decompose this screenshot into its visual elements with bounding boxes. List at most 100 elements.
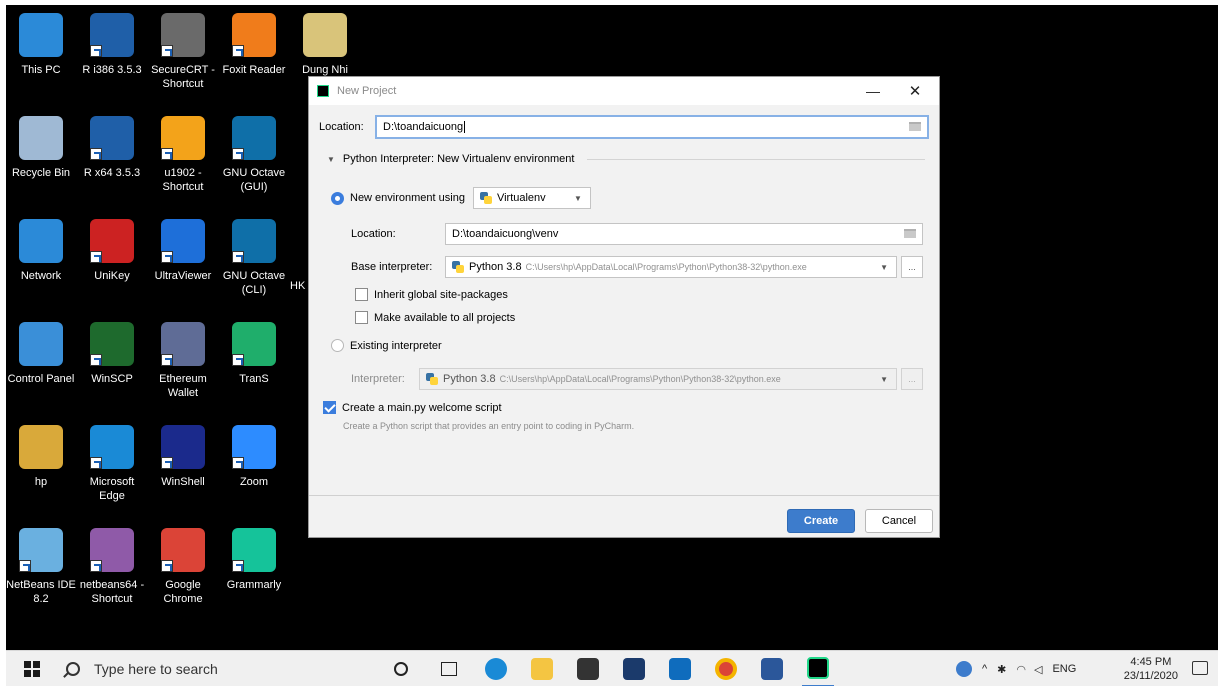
desktop-icon-label: netbeans64 - Shortcut: [79, 579, 145, 605]
windows-logo-icon: [24, 661, 40, 677]
make-available-checkbox[interactable]: [355, 311, 368, 324]
network-icon: [19, 219, 63, 263]
desktop-icon[interactable]: This PC: [6, 13, 76, 77]
desktop-icon[interactable]: TranS: [219, 322, 289, 386]
desktop-icon[interactable]: Google Chrome: [148, 528, 218, 606]
desktop-icon[interactable]: R i386 3.5.3: [77, 13, 147, 77]
inherit-label: Inherit global site-packages: [374, 288, 508, 301]
desktop-icon-label: hp: [34, 476, 48, 488]
desktop-icon[interactable]: hp: [6, 425, 76, 489]
inherit-checkbox[interactable]: [355, 288, 368, 301]
shortcut-arrow-icon: [232, 560, 244, 572]
close-button[interactable]: ✕: [895, 77, 935, 105]
desktop-icon[interactable]: NetBeans IDE 8.2: [6, 528, 76, 606]
taskbar-store[interactable]: [572, 651, 604, 686]
desktop-icon[interactable]: Network: [6, 219, 76, 283]
shortcut-arrow-icon: [90, 251, 102, 263]
existing-interpreter-dropdown[interactable]: Python 3.8 C:\Users\hp\AppData\Local\Pro…: [419, 368, 897, 390]
new-environment-label: New environment using: [350, 192, 465, 204]
taskbar-chrome[interactable]: [710, 651, 742, 686]
browse-interpreter-button[interactable]: ...: [901, 368, 923, 390]
venv-location-value: D:\toandaicuong\venv: [452, 228, 559, 240]
desktop-icon[interactable]: Microsoft Edge: [77, 425, 147, 503]
taskbar-pycharm[interactable]: [802, 651, 834, 686]
recycle-bin-icon: [19, 116, 63, 160]
pycharm-icon: [317, 85, 329, 97]
minimize-button[interactable]: —: [853, 77, 893, 105]
taskbar-powershell[interactable]: [618, 651, 650, 686]
desktop-icon[interactable]: WinSCP: [77, 322, 147, 386]
desktop-icon-label: Foxit Reader: [222, 64, 286, 76]
desktop-icon-label: Microsoft Edge: [89, 476, 135, 502]
taskbar-search[interactable]: Type here to search: [56, 651, 376, 686]
browse-base-interpreter-button[interactable]: ...: [901, 256, 923, 278]
cancel-button[interactable]: Cancel: [865, 509, 933, 533]
volume-icon[interactable]: ◁: [1034, 663, 1042, 676]
taskbar-word[interactable]: [756, 651, 788, 686]
location-input[interactable]: D:\toandaicuong: [375, 115, 929, 139]
collapse-triangle-icon[interactable]: ▼: [327, 155, 335, 164]
notification-icon[interactable]: [1192, 661, 1208, 675]
network-tray-icon[interactable]: ✱: [997, 663, 1006, 676]
venv-location-input[interactable]: D:\toandaicuong\venv: [445, 223, 923, 245]
location-label: Location:: [319, 121, 364, 133]
shortcut-arrow-icon: [232, 457, 244, 469]
desktop-icon[interactable]: Dung Nhi: [290, 13, 360, 77]
desktop-icon[interactable]: Zoom: [219, 425, 289, 489]
desktop-icon[interactable]: SecureCRT - Shortcut: [148, 13, 218, 91]
cortana-button[interactable]: [386, 651, 416, 686]
securecrt-icon: [161, 13, 205, 57]
folder-icon[interactable]: [909, 122, 921, 131]
desktop-icon[interactable]: u1902 - Shortcut: [148, 116, 218, 194]
desktop-icon-label: UltraViewer: [154, 270, 212, 282]
interpreter-section-header[interactable]: ▼ Python Interpreter: New Virtualenv env…: [327, 153, 574, 165]
shortcut-arrow-icon: [232, 148, 244, 160]
language-indicator[interactable]: ENG: [1052, 663, 1076, 675]
taskbar-file-explorer[interactable]: [526, 651, 558, 686]
taskbar-edge[interactable]: [480, 651, 512, 686]
existing-interpreter-radio[interactable]: [331, 339, 344, 352]
edge-icon: [485, 658, 507, 680]
create-button[interactable]: Create: [787, 509, 855, 533]
python-icon: [452, 261, 464, 273]
environment-tool-dropdown[interactable]: Virtualenv ▼: [472, 187, 591, 209]
octave-icon: [232, 116, 276, 160]
desktop-icon[interactable]: UltraViewer: [148, 219, 218, 283]
desktop-icon-label: This PC: [21, 64, 61, 76]
desktop-icon[interactable]: Grammarly: [219, 528, 289, 592]
desktop-icon[interactable]: Ethereum Wallet: [148, 322, 218, 400]
folder-icon[interactable]: [904, 229, 916, 238]
word-icon: [761, 658, 783, 680]
task-view-button[interactable]: [434, 651, 464, 686]
desktop-icon[interactable]: UniKey: [77, 219, 147, 283]
desktop-icon[interactable]: Foxit Reader: [219, 13, 289, 77]
shortcut-arrow-icon: [161, 251, 173, 263]
taskbar-mail[interactable]: [664, 651, 696, 686]
python-icon: [426, 373, 438, 385]
desktop-icon-label: Control Panel: [7, 373, 75, 385]
file-explorer-icon: [531, 658, 553, 680]
desktop-icon[interactable]: Recycle Bin: [6, 116, 76, 180]
new-environment-radio[interactable]: [331, 191, 344, 205]
shortcut-arrow-icon: [90, 560, 102, 572]
system-clock[interactable]: 4:45 PM 23/11/2020: [1124, 655, 1178, 683]
chevron-up-icon[interactable]: ^: [982, 663, 987, 675]
location-value: D:\toandaicuong: [383, 121, 466, 133]
desktop-icon[interactable]: GNU Octave (GUI): [219, 116, 289, 194]
netbeans-cube-icon: [90, 528, 134, 572]
dialog-titlebar[interactable]: New Project — ✕: [309, 77, 939, 105]
help-icon[interactable]: [956, 661, 972, 677]
chrome-icon: [161, 528, 205, 572]
desktop-icon[interactable]: netbeans64 - Shortcut: [77, 528, 147, 606]
desktop-icon[interactable]: WinShell: [148, 425, 218, 489]
desktop-icon[interactable]: R x64 3.5.3: [77, 116, 147, 180]
search-icon: [66, 662, 80, 676]
welcome-script-checkbox[interactable]: [323, 401, 336, 414]
desktop-icon-label: NetBeans IDE 8.2: [6, 579, 76, 605]
desktop-icon[interactable]: Control Panel: [6, 322, 76, 386]
grammarly-icon: [232, 528, 276, 572]
wifi-icon[interactable]: ◠: [1016, 663, 1026, 676]
base-interpreter-dropdown[interactable]: Python 3.8 C:\Users\hp\AppData\Local\Pro…: [445, 256, 897, 278]
desktop-icon[interactable]: GNU Octave (CLI): [219, 219, 289, 297]
start-button[interactable]: [14, 651, 50, 686]
